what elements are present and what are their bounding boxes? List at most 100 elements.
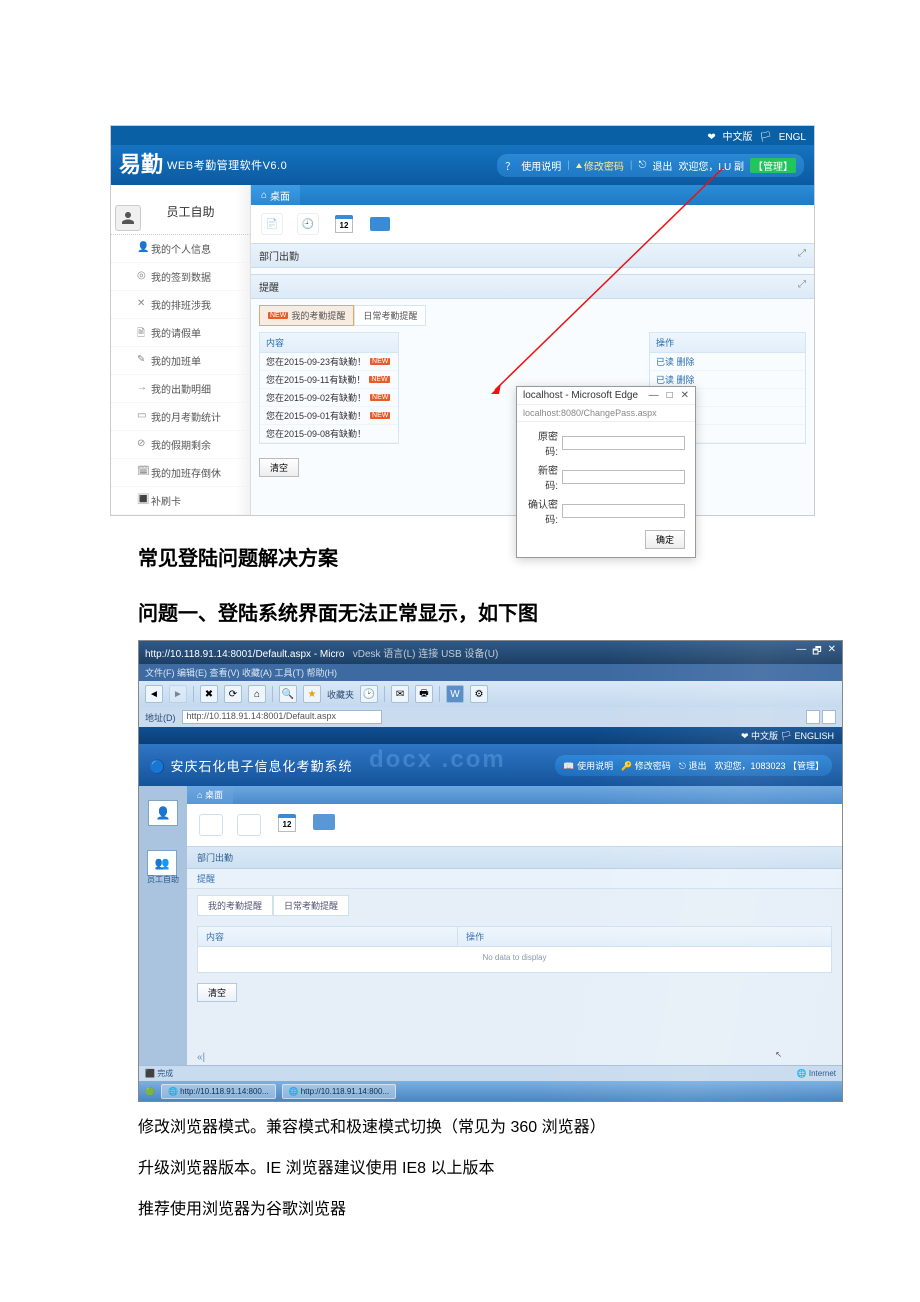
stop-icon[interactable]: ✖ [200,685,218,703]
back-icon[interactable]: ◄ [145,685,163,703]
note-icon[interactable]: 📄 [261,213,283,235]
minimize-icon[interactable]: — [796,644,806,661]
address-input[interactable]: http://10.118.91.14:8001/Default.aspx [182,710,382,724]
sidebar-item[interactable]: ◎我的签到数据 [111,263,250,291]
table-row: 您在2015-09-11有缺勤！NEW [260,371,398,389]
refresh-icon[interactable]: ⟳ [224,685,242,703]
confirm-password-label: 确认密码: [527,496,558,526]
panel-header-dept: 部门出勤 ⤢ [251,243,814,268]
sidebar-item[interactable]: 🗎我的请假单 [111,319,250,347]
menu-bar[interactable]: 文件(F) 编辑(E) 查看(V) 收藏(A) 工具(T) 帮助(H) [139,664,842,681]
welcome-text: 欢迎您，1083023 【管理】 [714,759,824,772]
note-icon[interactable] [199,814,223,836]
clock-icon[interactable] [237,814,261,836]
menu-icon: ◎ [137,270,146,281]
lang-cn[interactable]: 中文版 [723,132,753,143]
new-badge: NEW [370,394,390,401]
print-icon[interactable]: 🖶 [415,685,433,703]
dialog-title: localhost - Microsoft Edge [523,390,638,401]
restore-icon[interactable]: 🗗 [812,644,821,661]
table-row[interactable]: 已读 删除 [650,353,805,371]
clear-button[interactable]: 清空 [259,458,299,477]
dialog-url: localhost:8080/ChangePass.aspx [517,405,695,422]
status-right: 🌐 Internet [797,1069,836,1078]
favorites-icon[interactable]: ★ [303,685,321,703]
browser-toolbar: ◄ ► ✖ ⟳ ⌂ 🔍 ★ 收藏夹 🕑 ✉ 🖶 W ⚙ [139,681,842,707]
nav-logout[interactable]: 退出 [652,158,672,173]
lang-en[interactable]: ENGLISH [794,731,834,741]
sidebar-item[interactable]: ✎我的加班单 [111,347,250,375]
maximize-icon[interactable]: □ [667,390,673,401]
menu-icon: 👤 [137,242,149,253]
close-icon[interactable]: ✕ [828,644,836,661]
tab-daily-reminder[interactable]: 日常考勤提醒 [354,305,426,326]
logout-icon: ⎋ [639,160,647,171]
clear-button[interactable]: 清空 [197,983,237,1002]
menu-icon: 🗎 [137,326,145,343]
start-icon[interactable]: 🟢 [145,1087,155,1096]
monitor-icon[interactable] [313,814,337,836]
col-header-action: 操作 [458,927,831,946]
new-badge: NEW [370,412,390,419]
avatar-icon: 👤 [148,800,178,826]
minimize-icon[interactable]: — [649,390,659,401]
login-issue-photo: http://10.118.91.14:8001/Default.aspx - … [138,640,843,1102]
nav-change-password[interactable]: 🔑 修改密码 [621,759,671,772]
edit-icon[interactable]: W [446,685,464,703]
sidebar-label: 员工自助 [147,876,179,885]
home-tab[interactable]: ⌂ 桌面 [187,786,233,804]
language-bar: ❤ 中文版 🏳 ENGL [111,126,814,145]
tab-my-reminder[interactable]: NEW我的考勤提醒 [259,305,354,326]
go-buttons[interactable] [806,710,836,724]
tab-daily-reminder[interactable]: 日常考勤提醒 [273,895,349,916]
calendar-icon[interactable]: 12 [333,213,355,235]
mail-icon[interactable]: ✉ [391,685,409,703]
task-item[interactable]: 🌐 http://10.118.91.14:800... [161,1084,276,1099]
home-tab[interactable]: ⌂桌面 [251,185,300,205]
ok-button[interactable]: 确定 [645,530,685,549]
staff-icon[interactable]: 👥 [147,850,177,876]
clock-icon[interactable]: 🕘 [297,213,319,235]
inner-tabs: NEW我的考勤提醒 日常考勤提醒 [251,299,814,332]
collapse-icon[interactable]: ⤢ [798,279,806,294]
new-badge: NEW [370,358,390,365]
sidebar-item[interactable]: ⊘我的假期剩余 [111,431,250,459]
window-title: http://10.118.91.14:8001/Default.aspx - … [145,645,498,660]
nav-help[interactable]: 📖 使用说明 [563,759,613,772]
photo-sidebar: 👤 👥 员工自助 [139,786,187,1065]
nav-help[interactable]: 使用说明 [521,158,561,173]
task-item[interactable]: 🌐 http://10.118.91.14:800... [282,1084,397,1099]
reminder-table: 内容 操作 No data to display [197,926,832,973]
cursor-icon: ↖ [775,1050,782,1059]
close-icon[interactable]: ✕ [681,390,689,401]
taskbar: 🟢 🌐 http://10.118.91.14:800... 🌐 http://… [139,1081,842,1101]
sidebar-item[interactable]: 👤我的个人信息 [111,235,250,263]
confirm-password-input[interactable] [562,504,685,518]
forward-icon[interactable]: ► [169,685,187,703]
calendar-icon[interactable]: 12 [275,814,299,836]
history-icon[interactable]: 🕑 [360,685,378,703]
search-icon[interactable]: 🔍 [279,685,297,703]
doc-bullet-2: 升级浏览器版本。IE 浏览器建议使用 IE8 以上版本 [138,1155,920,1184]
monitor-icon[interactable] [369,213,391,235]
col-header-content: 内容 [198,927,458,946]
nav-logout[interactable]: ⎋ 退出 [679,759,707,772]
sidebar-item[interactable]: ✕我的排班涉我 [111,291,250,319]
sidebar-item[interactable]: ▭我的月考勤统计 [111,403,250,431]
lang-cn[interactable]: 中文版 [751,731,778,741]
sidebar-item[interactable]: 🔳补刷卡 [111,487,250,515]
collapse-icon[interactable]: ⤢ [798,248,806,263]
tool-icon[interactable]: ⚙ [470,685,488,703]
menu-icon: ✎ [137,354,145,365]
doc-bullet-3: 推荐使用浏览器为谷歌浏览器 [138,1196,920,1225]
nav-change-password[interactable]: 修改密码 [576,158,624,173]
new-password-input[interactable] [562,470,685,484]
welcome-text: 欢迎您，LU 副 [678,158,744,173]
sidebar-item[interactable]: →我的出勤明细 [111,375,250,403]
tab-bar: ⌂桌面 [251,185,814,205]
sidebar-item[interactable]: 🗓我的加班存倒休 [111,459,250,487]
old-password-input[interactable] [562,436,685,450]
home-icon[interactable]: ⌂ [248,685,266,703]
lang-en[interactable]: ENGL [779,132,806,143]
tab-my-reminder[interactable]: 我的考勤提醒 [197,895,273,916]
